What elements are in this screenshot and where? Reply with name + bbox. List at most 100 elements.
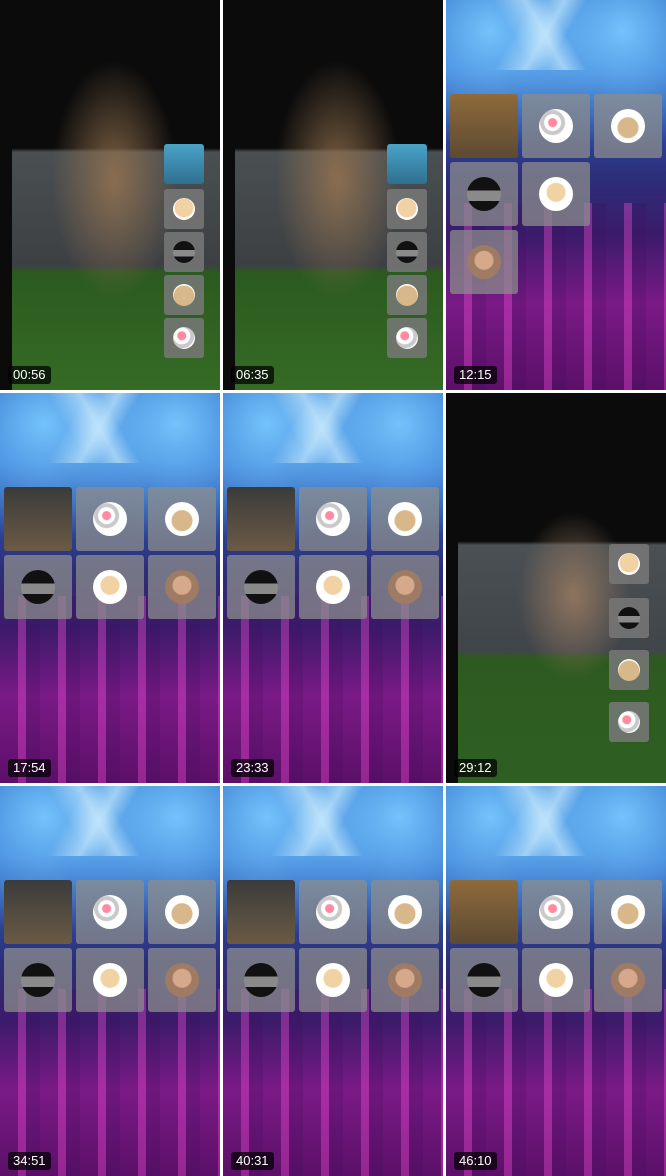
participant-tile[interactable] — [450, 230, 518, 294]
avatar — [165, 895, 199, 929]
avatar — [388, 963, 422, 997]
participant-tile[interactable] — [609, 598, 649, 638]
frame-5: 23:33 — [223, 393, 443, 783]
participant-tile[interactable] — [387, 189, 427, 229]
contact-sheet: 00:56 06:35 12:15 17:54 23:33 29:12 34:5… — [0, 0, 666, 1176]
avatar — [618, 607, 640, 629]
participant-tile[interactable] — [148, 487, 216, 551]
participant-tile[interactable] — [299, 487, 367, 551]
participant-tile[interactable] — [4, 487, 72, 551]
participant-tile[interactable] — [76, 555, 144, 619]
participant-tile[interactable] — [594, 94, 662, 158]
timestamp: 17:54 — [8, 759, 51, 777]
avatar — [93, 963, 127, 997]
participant-tile[interactable] — [148, 555, 216, 619]
participant-tile[interactable] — [450, 94, 518, 158]
participant-tile[interactable] — [148, 880, 216, 944]
avatar — [173, 241, 195, 263]
participant-tile[interactable] — [227, 948, 295, 1012]
avatar — [165, 502, 199, 536]
timestamp: 00:56 — [8, 366, 51, 384]
avatar — [21, 963, 55, 997]
timestamp: 06:35 — [231, 366, 274, 384]
participant-tile[interactable] — [227, 487, 295, 551]
avatar — [93, 570, 127, 604]
participant-tile[interactable] — [450, 880, 518, 944]
participant-tile[interactable] — [371, 880, 439, 944]
participant-tile[interactable] — [227, 555, 295, 619]
participant-tile[interactable] — [164, 232, 204, 272]
avatar — [165, 570, 199, 604]
timestamp: 23:33 — [231, 759, 274, 777]
avatar — [618, 659, 640, 681]
avatar — [165, 963, 199, 997]
participant-tile[interactable] — [387, 232, 427, 272]
timestamp: 46:10 — [454, 1152, 497, 1170]
avatar — [539, 963, 573, 997]
avatar — [611, 109, 645, 143]
frame-8: 40:31 — [223, 786, 443, 1176]
frame-4: 17:54 — [0, 393, 220, 783]
participant-tile[interactable] — [387, 318, 427, 358]
participant-tile[interactable] — [299, 948, 367, 1012]
avatar — [396, 241, 418, 263]
participant-tile[interactable] — [594, 880, 662, 944]
participant-tile[interactable] — [227, 880, 295, 944]
participant-tile[interactable] — [522, 94, 590, 158]
timestamp: 34:51 — [8, 1152, 51, 1170]
participant-tile[interactable] — [164, 275, 204, 315]
participant-tile[interactable] — [299, 880, 367, 944]
participant-tile[interactable] — [450, 948, 518, 1012]
participant-tile[interactable] — [371, 487, 439, 551]
participant-tile[interactable] — [609, 650, 649, 690]
avatar — [618, 711, 640, 733]
participant-tile[interactable] — [609, 544, 649, 584]
participant-tile[interactable] — [4, 880, 72, 944]
participant-tile[interactable] — [148, 948, 216, 1012]
avatar — [173, 284, 195, 306]
avatar — [388, 895, 422, 929]
frame-9: 46:10 — [446, 786, 666, 1176]
participant-tile[interactable] — [4, 948, 72, 1012]
participant-tile[interactable] — [522, 880, 590, 944]
avatar — [93, 895, 127, 929]
avatar — [21, 570, 55, 604]
avatar — [244, 963, 278, 997]
participant-tile[interactable] — [522, 948, 590, 1012]
participant-tile[interactable] — [164, 318, 204, 358]
participant-tile[interactable] — [76, 948, 144, 1012]
participant-tile[interactable] — [450, 162, 518, 226]
participant-tile[interactable] — [299, 555, 367, 619]
avatar — [539, 177, 573, 211]
participant-tile[interactable] — [76, 880, 144, 944]
participant-tile[interactable] — [387, 275, 427, 315]
avatar — [611, 963, 645, 997]
avatar — [316, 963, 350, 997]
participant-tile[interactable] — [522, 162, 590, 226]
avatar — [396, 327, 418, 349]
avatar — [618, 553, 640, 575]
avatar — [539, 895, 573, 929]
frame-3: 12:15 — [446, 0, 666, 390]
avatar — [388, 502, 422, 536]
timestamp: 12:15 — [454, 366, 497, 384]
participant-tile[interactable] — [387, 144, 427, 184]
avatar — [316, 895, 350, 929]
participant-tile[interactable] — [76, 487, 144, 551]
frame-2: 06:35 — [223, 0, 443, 390]
participant-tile[interactable] — [594, 948, 662, 1012]
avatar — [173, 327, 195, 349]
participant-tile[interactable] — [371, 948, 439, 1012]
participant-tile[interactable] — [164, 189, 204, 229]
avatar — [467, 245, 501, 279]
participant-tile[interactable] — [4, 555, 72, 619]
participant-tile[interactable] — [164, 144, 204, 184]
avatar — [93, 502, 127, 536]
avatar — [539, 109, 573, 143]
participant-tile[interactable] — [609, 702, 649, 742]
timestamp: 29:12 — [454, 759, 497, 777]
avatar — [316, 502, 350, 536]
participant-tile[interactable] — [371, 555, 439, 619]
avatar — [388, 570, 422, 604]
timestamp: 40:31 — [231, 1152, 274, 1170]
